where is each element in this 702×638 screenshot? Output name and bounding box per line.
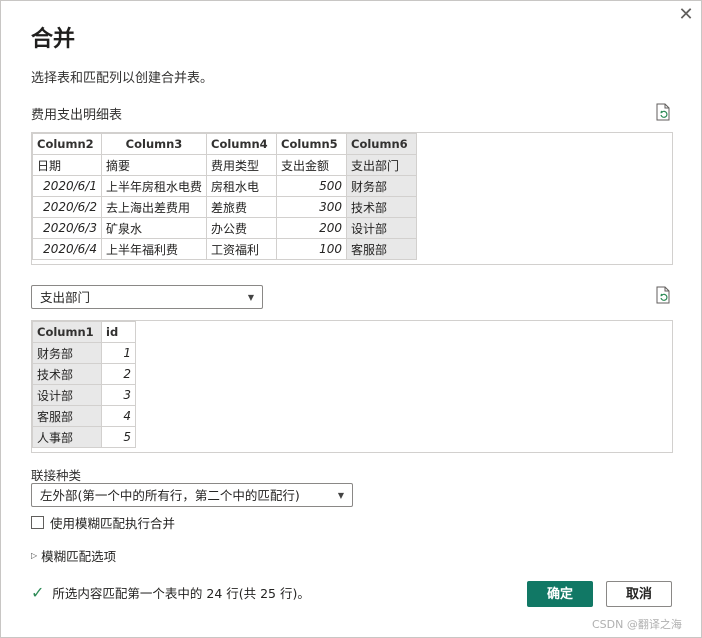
fuzzy-match-option[interactable]: 使用模糊匹配执行合并 — [31, 513, 175, 532]
table-cell: 支出部门 — [346, 154, 418, 176]
table-cell: 上半年福利费 — [100, 238, 208, 260]
cancel-button[interactable]: 取消 — [606, 581, 672, 607]
fuzzy-match-label: 使用模糊匹配执行合并 — [50, 516, 176, 531]
dialog-title: 合并 — [31, 27, 76, 52]
table-cell: 4 — [101, 405, 136, 427]
table-row: 2020/6/3 矿泉水 办公费 200 设计部 — [32, 217, 418, 239]
ok-button[interactable]: 确定 — [527, 581, 593, 607]
table-cell: 2 — [101, 363, 136, 385]
table-row: 客服部 4 — [32, 405, 136, 427]
column-header-selected[interactable]: Column6 — [346, 133, 418, 155]
table-row: 2020/6/1 上半年房租水电费 房租水电 500 财务部 — [32, 175, 418, 197]
table-cell: 5 — [101, 426, 136, 448]
table-cell: 财务部 — [346, 175, 418, 197]
merge-dialog: 合并 ✕ 选择表和匹配列以创建合并表。 费用支出明细表 Column2 Colu… — [0, 0, 702, 638]
table-cell: 设计部 — [32, 384, 102, 406]
column-header[interactable]: Column4 — [206, 133, 278, 155]
second-table: Column1 id 财务部 1 技术部 2 设计部 3 客服部 4 人事部 5 — [32, 321, 136, 448]
table-row: 日期 摘要 费用类型 支出金额 支出部门 — [32, 154, 418, 176]
table-cell: 差旅费 — [206, 196, 278, 218]
join-kind-selected: 左外部(第一个中的所有行，第二个中的匹配行) — [40, 488, 300, 503]
table-cell: 费用类型 — [206, 154, 278, 176]
table-cell: 房租水电 — [206, 175, 278, 197]
fuzzy-options-label: 模糊匹配选项 — [41, 549, 117, 564]
chevron-down-icon: ▼ — [247, 293, 254, 302]
table-cell: 工资福利 — [206, 238, 278, 260]
table-cell: 支出金额 — [276, 154, 348, 176]
table-cell: 办公费 — [206, 217, 278, 239]
column-header[interactable]: Column2 — [32, 133, 102, 155]
fuzzy-match-checkbox[interactable] — [31, 516, 44, 529]
table-cell: 1 — [101, 342, 136, 364]
table-cell: 200 — [276, 217, 348, 239]
first-table-label: 费用支出明细表 — [31, 108, 123, 123]
second-table-dropdown[interactable]: 支出部门 ▼ — [31, 285, 263, 309]
refresh-icon[interactable] — [655, 286, 671, 304]
column-header-selected[interactable]: Column1 — [32, 321, 102, 343]
join-kind-dropdown[interactable]: 左外部(第一个中的所有行，第二个中的匹配行) ▼ — [31, 483, 353, 507]
table-row: 技术部 2 — [32, 363, 136, 385]
column-header[interactable]: Column5 — [276, 133, 348, 155]
refresh-icon[interactable] — [655, 103, 671, 121]
second-table-selected: 支出部门 — [40, 290, 91, 305]
first-table-preview: Column2 Column3 Column4 Column5 Column6 … — [31, 132, 673, 265]
table-cell: 上半年房租水电费 — [100, 175, 208, 197]
table-cell: 矿泉水 — [100, 217, 208, 239]
table-cell: 2020/6/1 — [32, 175, 102, 197]
first-table: Column2 Column3 Column4 Column5 Column6 … — [32, 133, 418, 260]
fuzzy-options-toggle[interactable]: ▷ 模糊匹配选项 — [31, 546, 116, 565]
expand-triangle-icon: ▷ — [31, 551, 38, 560]
column-header[interactable]: Column3 — [100, 133, 208, 155]
dialog-description: 选择表和匹配列以创建合并表。 — [31, 71, 214, 86]
check-icon: ✓ — [31, 583, 45, 602]
table-cell: 300 — [276, 196, 348, 218]
table-row: 财务部 1 — [32, 342, 136, 364]
table-cell: 日期 — [32, 154, 102, 176]
second-table-preview: Column1 id 财务部 1 技术部 2 设计部 3 客服部 4 人事部 5 — [31, 320, 673, 453]
table-cell: 客服部 — [346, 238, 418, 260]
table-cell: 500 — [276, 175, 348, 197]
column-header[interactable]: id — [101, 321, 136, 343]
table-cell: 2020/6/3 — [32, 217, 102, 239]
table-cell: 摘要 — [100, 154, 208, 176]
table-row: 人事部 5 — [32, 426, 136, 448]
table-row: 2020/6/2 去上海出差费用 差旅费 300 技术部 — [32, 196, 418, 218]
match-status: ✓ 所选内容匹配第一个表中的 24 行(共 25 行)。 — [31, 583, 310, 602]
table-cell: 技术部 — [346, 196, 418, 218]
table-cell: 2020/6/4 — [32, 238, 102, 260]
table-cell: 财务部 — [32, 342, 102, 364]
table-cell: 客服部 — [32, 405, 102, 427]
table-row: 2020/6/4 上半年福利费 工资福利 100 客服部 — [32, 238, 418, 260]
join-kind-label: 联接种类 — [31, 468, 82, 483]
match-status-text: 所选内容匹配第一个表中的 24 行(共 25 行)。 — [52, 586, 310, 601]
table-cell: 人事部 — [32, 426, 102, 448]
table-cell: 技术部 — [32, 363, 102, 385]
table-cell: 设计部 — [346, 217, 418, 239]
table-cell: 2020/6/2 — [32, 196, 102, 218]
chevron-down-icon: ▼ — [337, 491, 344, 500]
close-icon[interactable]: ✕ — [677, 6, 695, 24]
table-row: 设计部 3 — [32, 384, 136, 406]
watermark: CSDN @翻译之海 — [592, 618, 682, 631]
table-cell: 3 — [101, 384, 136, 406]
table-cell: 100 — [276, 238, 348, 260]
table-cell: 去上海出差费用 — [100, 196, 208, 218]
